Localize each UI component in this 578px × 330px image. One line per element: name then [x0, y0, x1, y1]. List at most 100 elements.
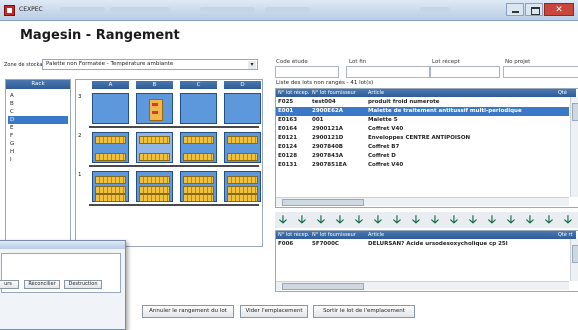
grid-row-header: 1	[78, 172, 82, 178]
grid-cell[interactable]	[136, 171, 173, 202]
table-cell: test004	[312, 99, 336, 105]
close-button[interactable]: ✕	[544, 3, 574, 16]
vertical-scrollbar[interactable]	[570, 97, 578, 197]
down-arrow-icon: 🡣	[393, 213, 401, 226]
lot-recept-label: Lot récept	[432, 59, 460, 65]
horizontal-scrollbar[interactable]	[276, 197, 569, 206]
grid-cell[interactable]	[180, 132, 217, 163]
grid-cell[interactable]	[92, 171, 129, 202]
cancel-storage-button[interactable]: Annuler le rangement du lot	[142, 305, 234, 318]
down-arrow-icon: 🡣	[545, 213, 553, 226]
table-row[interactable]: E0131 2907851EA Coffret V40	[276, 161, 569, 170]
table-row[interactable]: E0121 2900121D Enveloppes CENTRE ANTIPOISO…	[276, 134, 569, 143]
table-cell: F025	[278, 99, 294, 105]
maximize-button[interactable]	[525, 3, 543, 16]
destruction-button[interactable]: Destruction	[64, 280, 102, 289]
rack-item[interactable]: D	[8, 116, 68, 124]
column-header: N° lot fournisseur	[310, 89, 366, 97]
table-row[interactable]: E001 2900E62A Malette de traitement antitu…	[276, 107, 569, 116]
table-cell: produit froid numerote	[368, 99, 440, 105]
grid-cell[interactable]	[224, 132, 261, 163]
down-arrow-icon: 🡣	[507, 213, 515, 226]
vertical-scrollbar[interactable]	[570, 239, 578, 281]
grid-cell[interactable]	[92, 132, 129, 163]
minimize-button[interactable]	[506, 3, 524, 16]
down-arrow-icon: 🡣	[374, 213, 382, 226]
down-arrow-icon: 🡣	[526, 213, 534, 226]
grid-cell[interactable]	[224, 93, 261, 124]
scrollbar-thumb[interactable]	[282, 199, 364, 206]
reconcile-button[interactable]: Réconcilier	[24, 280, 60, 289]
column-header: Qté rt	[556, 231, 576, 239]
scrollbar-thumb[interactable]	[572, 245, 578, 263]
scrollbar-thumb[interactable]	[282, 283, 364, 290]
stored-item	[139, 194, 170, 202]
table-row[interactable]: E0124 2907840B Coffret B7	[276, 143, 569, 152]
rack-item[interactable]: C	[8, 108, 68, 116]
grid-cell[interactable]	[92, 93, 129, 124]
grid-cell[interactable]	[180, 171, 217, 202]
grid-column-header: D	[224, 81, 261, 89]
lot-recept-field[interactable]	[430, 66, 500, 78]
rack-item[interactable]: B	[8, 100, 68, 108]
rack-item[interactable]: H	[8, 148, 68, 156]
grid-cell[interactable]	[224, 171, 261, 202]
table-cell: F006	[278, 241, 294, 247]
down-arrow-icon: 🡣	[279, 213, 287, 226]
secondary-window-content	[1, 253, 121, 293]
stored-item	[227, 153, 258, 161]
rack-item[interactable]: G	[8, 140, 68, 148]
table-row[interactable]: E0128 2907843A Coffret D	[276, 152, 569, 161]
table-cell: Coffret V40	[368, 126, 404, 132]
table-cell: Malette 5	[368, 117, 398, 123]
chevron-down-icon[interactable]: ▾	[248, 61, 256, 69]
blurred-title-segment	[200, 7, 255, 12]
rack-item[interactable]: I	[8, 156, 68, 164]
grid-cell[interactable]	[180, 93, 217, 124]
no-projet-field[interactable]	[503, 66, 578, 78]
placed-lots-table: N° lot récep. N° lot fournisseur Article Qt…	[275, 230, 578, 292]
column-header: N° lot récep.	[276, 231, 310, 239]
table-cell: Coffret V40	[368, 162, 404, 168]
table-row[interactable]: F006 5F7000C DELURSAN? Acide ursodesoxycho…	[276, 240, 569, 249]
lot-fin-field[interactable]	[346, 66, 430, 78]
down-arrow-icon: 🡣	[564, 213, 572, 226]
table-row[interactable]: E0163 001 Malette 5	[276, 116, 569, 125]
blurred-title-segment	[110, 7, 170, 12]
rack-item[interactable]: E	[8, 124, 68, 132]
partial-button[interactable]: urs	[0, 280, 19, 289]
rack-item[interactable]: A	[8, 92, 68, 100]
table-cell: 2900121D	[312, 135, 344, 141]
table-row[interactable]: F025 test004 produit froid numerote	[276, 98, 569, 107]
rack-item[interactable]: F	[8, 132, 68, 140]
stored-item	[139, 136, 170, 144]
no-projet-label: No projet	[505, 59, 531, 65]
table-row[interactable]: E0164 2900121A Coffret V40	[276, 125, 569, 134]
horizontal-scrollbar[interactable]	[276, 281, 569, 290]
down-arrow-icon: 🡣	[298, 213, 306, 226]
stored-item	[183, 136, 214, 144]
down-arrow-icon: 🡣	[431, 213, 439, 226]
grid-cell[interactable]	[136, 93, 173, 124]
stored-item	[183, 176, 214, 184]
down-arrow-icon: 🡣	[336, 213, 344, 226]
grid-cell[interactable]	[136, 132, 173, 163]
code-etude-field[interactable]	[275, 66, 339, 78]
down-arrow-icon: 🡣	[469, 213, 477, 226]
stored-item	[227, 194, 258, 202]
down-arrow-icon: 🡣	[450, 213, 458, 226]
remove-lot-button[interactable]: Sortir le lot de l'emplacement	[313, 305, 415, 318]
rack-list: Rack ABCDEFGHI	[5, 79, 71, 247]
stored-item	[95, 153, 126, 161]
column-header: N° lot fournisseur	[310, 231, 366, 239]
stored-item	[95, 186, 126, 194]
app-name: CEXPEC	[19, 6, 43, 13]
scrollbar-thumb[interactable]	[572, 103, 578, 121]
stored-item	[183, 186, 214, 194]
blurred-title-segment	[420, 7, 450, 12]
zone-select[interactable]: Palette non Formatée - Température ambia…	[42, 59, 258, 70]
stored-item	[139, 176, 170, 184]
storage-grid: ABCD 3 2 1	[75, 79, 263, 247]
lot-fin-label: Lot fin	[349, 59, 367, 65]
empty-location-button[interactable]: Vider l'emplacement	[240, 305, 308, 318]
